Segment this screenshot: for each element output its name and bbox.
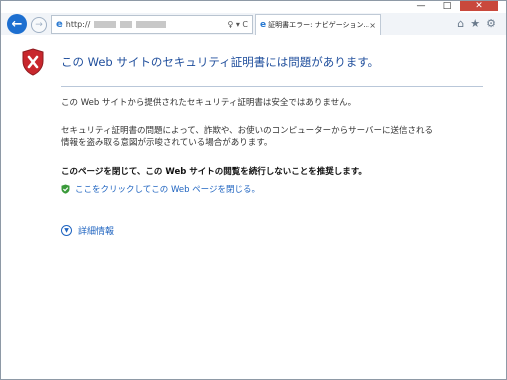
close-window-button[interactable]: ✕ [460,1,498,11]
home-icon[interactable]: ⌂ [457,17,464,30]
divider [61,86,483,87]
minimize-button[interactable]: — [408,1,434,11]
ie-page-icon: e [56,19,63,30]
close-page-link[interactable]: ここをクリックしてこの Web ページを閉じる。 [61,183,260,195]
favorites-icon[interactable]: ★ [470,17,480,30]
tab-close-icon[interactable]: × [369,21,376,30]
circle-chevron-down-icon: ▼ [61,225,72,236]
navigation-bar: ← → e http:// ♀ ▾ C e 証明書エラー: ナビゲーション...… [1,13,506,35]
redacted-url-block [136,21,167,28]
window-controls: — □ ✕ [408,1,498,11]
certificate-warning-text: この Web サイトから提供されたセキュリティ証明書は安全ではありません。 [61,98,357,108]
security-explanation-text: セキュリティ証明書の問題によって、詐欺や、お使いのコンピューターからサーバーに送… [61,126,434,148]
address-controls[interactable]: ♀ ▾ C [227,20,248,29]
shield-error-icon [21,48,45,76]
close-page-link-label[interactable]: ここをクリックしてこの Web ページを閉じる。 [75,183,260,195]
maximize-button[interactable]: □ [434,1,460,11]
recommendation-text: このページを閉じて、この Web サイトの閲覧を続行しないことを推奨します。 [61,167,367,177]
redacted-url-block [120,21,133,28]
redacted-url-block [94,21,117,28]
more-info-link[interactable]: ▼ 詳細情報 [61,224,114,237]
address-bar[interactable]: e http:// ♀ ▾ C [51,15,253,34]
page-content: この Web サイトのセキュリティ証明書には問題があります。 この Web サイ… [1,35,506,379]
back-button[interactable]: ← [7,14,27,34]
toolbar-right-icons: ⌂ ★ ⚙ [457,17,496,30]
forward-button[interactable]: → [31,17,47,33]
green-check-shield-icon [61,184,70,194]
browser-window: — □ ✕ ← → e http:// ♀ ▾ C e 証明書エラー: ナビゲー… [0,0,507,380]
page-title: この Web サイトのセキュリティ証明書には問題があります。 [61,55,380,69]
ie-tab-icon: e [260,20,267,30]
more-info-label[interactable]: 詳細情報 [78,224,114,237]
tab-certificate-error[interactable]: e 証明書エラー: ナビゲーション... × [255,14,381,35]
address-url: http:// [65,20,91,29]
gear-icon[interactable]: ⚙ [486,17,496,30]
tab-label: 証明書エラー: ナビゲーション... [268,21,370,29]
